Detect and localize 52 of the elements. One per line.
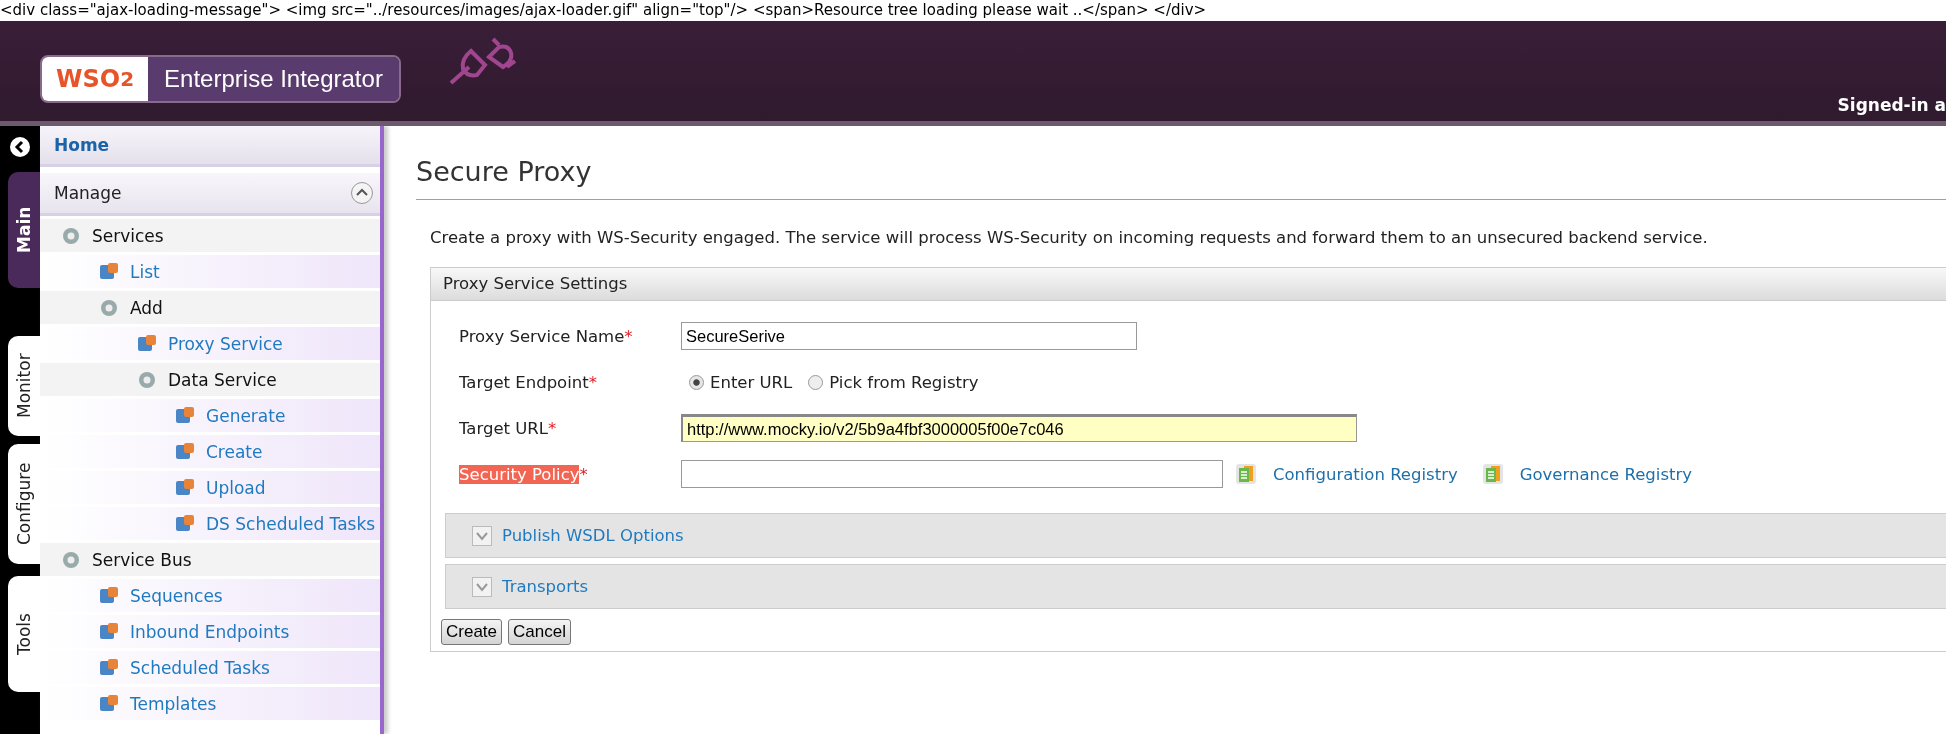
field-label: Proxy Service Name: [459, 326, 625, 346]
text-field[interactable]: [681, 460, 1223, 488]
field-label: Security Policy: [459, 464, 580, 484]
collapsible-section[interactable]: Transports: [445, 564, 1946, 609]
radio-button[interactable]: [808, 374, 824, 390]
radio-option[interactable]: Pick from Registry: [808, 372, 979, 392]
menu-section-header[interactable]: Manage: [40, 173, 380, 216]
signed-in-text: Signed-in a: [1837, 95, 1946, 115]
menu-item[interactable]: Generate: [40, 399, 380, 432]
text-field[interactable]: http://www.mocky.io/v2/5b9a4fbf3000005f00e7c046: [681, 414, 1357, 442]
menu-item[interactable]: Proxy Service: [40, 327, 380, 360]
field-label: Target Endpoint: [459, 372, 589, 392]
menu-item[interactable]: List: [40, 255, 380, 288]
text-field[interactable]: SecureSerive: [681, 322, 1137, 350]
page-title: Secure Proxy: [416, 156, 1946, 200]
required-mark: *: [548, 418, 557, 438]
form-button[interactable]: Create: [441, 619, 503, 645]
side-tab[interactable]: Main: [8, 172, 40, 288]
menu-item[interactable]: DS Scheduled Tasks: [40, 507, 380, 540]
radio-button[interactable]: [689, 374, 704, 390]
registry-link[interactable]: Governance Registry: [1519, 464, 1693, 484]
form-button[interactable]: Cancel: [508, 619, 571, 645]
required-mark: *: [588, 372, 597, 392]
side-tab[interactable]: Tools: [8, 576, 40, 692]
source-text: <div class="ajax-loading-message"> <img src="../resources/images/ajax-loader.gif" align="top"/> <span>Resource tree loading please wait ..</span> </div>: [0, 0, 1208, 21]
menu-item[interactable]: Inbound Endpoints: [40, 615, 380, 648]
required-mark: *: [624, 326, 633, 346]
panel-title: Proxy Service Settings: [431, 268, 1946, 301]
page-description: Create a proxy with WS-Security engaged. The service will process WS-Security on incoming requests and forward them to an unsecured backend service.: [430, 228, 1709, 247]
collapse-icon[interactable]: [9, 136, 31, 158]
menu-item[interactable]: Create: [40, 435, 380, 468]
menu-item[interactable]: Scheduled Tasks: [40, 651, 380, 684]
registry-link[interactable]: Configuration Registry: [1273, 464, 1458, 484]
registry-icon[interactable]: [1481, 463, 1504, 485]
menu-item[interactable]: Service Bus: [40, 543, 380, 576]
menu-item[interactable]: Templates: [40, 687, 380, 720]
menu-item[interactable]: Sequences: [40, 579, 380, 612]
expand-icon[interactable]: [472, 576, 492, 597]
menu-item[interactable]: Services: [40, 219, 380, 252]
menu-item[interactable]: Upload: [40, 471, 380, 504]
section-title: Manage: [54, 183, 122, 203]
menu-item[interactable]: Data Service: [40, 363, 380, 396]
collapsible-section[interactable]: Publish WSDL Options: [445, 513, 1946, 558]
menu-item[interactable]: Add: [40, 291, 380, 324]
home-link[interactable]: Home: [40, 126, 380, 167]
side-tab[interactable]: Monitor: [8, 336, 40, 436]
registry-icon[interactable]: [1235, 463, 1257, 485]
field-label: Target URL: [459, 418, 549, 438]
radio-option[interactable]: Enter URL: [689, 372, 793, 392]
side-tab[interactable]: Configure: [8, 444, 40, 564]
expand-icon[interactable]: [472, 525, 492, 546]
required-mark: *: [579, 464, 588, 484]
